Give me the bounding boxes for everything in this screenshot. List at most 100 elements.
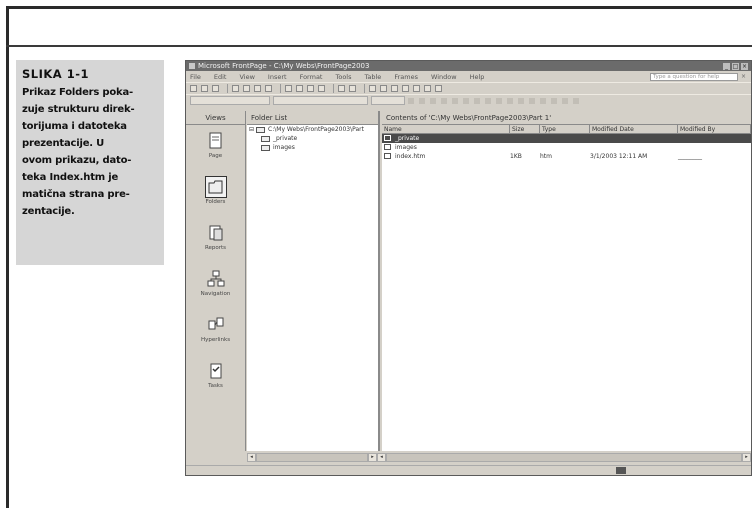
status-icon <box>616 467 626 474</box>
menu-file[interactable]: File <box>190 73 201 81</box>
print-icon[interactable] <box>243 85 250 92</box>
help-search-input[interactable]: Type a question for help <box>650 72 738 81</box>
scroll-left-icon[interactable]: ◂ <box>377 453 386 462</box>
menu-format[interactable]: Format <box>300 73 323 81</box>
new-page-icon[interactable] <box>190 85 197 92</box>
column-size[interactable]: Size <box>510 125 540 133</box>
file-row[interactable]: _private <box>382 134 751 143</box>
decrease-indent-icon[interactable] <box>529 97 535 104</box>
redo-icon[interactable] <box>349 85 356 92</box>
menu-tools[interactable]: Tools <box>335 73 351 81</box>
underline-icon[interactable] <box>430 97 436 104</box>
save-icon[interactable] <box>212 85 219 92</box>
view-tasks[interactable]: Tasks <box>186 361 245 401</box>
folder-icon <box>261 135 270 142</box>
navigation-view-icon <box>207 270 224 287</box>
folder-list-header: Folder List <box>247 111 378 125</box>
file-modified-date: 3/1/2003 12:11 AM <box>590 153 648 160</box>
contents-scroll-track[interactable] <box>386 453 742 462</box>
header-rule <box>6 45 752 47</box>
borders-icon[interactable] <box>551 97 557 104</box>
font-size-dropdown[interactable] <box>371 96 405 105</box>
style-dropdown[interactable] <box>190 96 270 105</box>
align-left-icon[interactable] <box>441 97 447 104</box>
column-modified-date[interactable]: Modified Date <box>590 125 678 133</box>
format-painter-icon[interactable] <box>318 85 325 92</box>
caption-title: SLIKA 1-1 <box>22 67 89 81</box>
minimize-button[interactable]: _ <box>723 62 730 70</box>
insert-table-icon[interactable] <box>369 85 376 92</box>
menu-help[interactable]: Help <box>470 73 485 81</box>
view-reports[interactable]: Reports <box>186 223 245 263</box>
folder-icon <box>256 126 266 133</box>
views-bar: Views Page Folders Reports Navigation Hy… <box>186 111 246 451</box>
view-hyperlinks[interactable]: Hyperlinks <box>186 315 245 355</box>
bold-icon[interactable] <box>408 97 414 104</box>
close-button[interactable]: × <box>741 62 748 70</box>
folders-view-icon <box>204 176 227 198</box>
reports-view-icon <box>209 225 222 241</box>
menu-table[interactable]: Table <box>365 73 382 81</box>
font-dropdown[interactable] <box>273 96 368 105</box>
column-headers: Name Size Type Modified Date Modified By <box>382 125 751 134</box>
tree-item[interactable]: _private <box>247 134 378 143</box>
file-row[interactable]: images <box>382 143 751 152</box>
align-center-icon[interactable] <box>452 97 458 104</box>
figure-caption: SLIKA 1-1 Prikaz Folders poka- zuje stru… <box>16 60 164 265</box>
bullets-icon[interactable] <box>518 97 524 104</box>
open-icon[interactable] <box>201 85 208 92</box>
numbering-icon[interactable] <box>507 97 513 104</box>
menu-window[interactable]: Window <box>431 73 457 81</box>
application-window: Microsoft FrontPage - C:\My Webs\FrontPa… <box>185 60 752 476</box>
scroll-left-icon[interactable]: ◂ <box>247 453 256 462</box>
font-color-icon[interactable] <box>573 97 579 104</box>
title-bar[interactable]: Microsoft FrontPage - C:\My Webs\FrontPa… <box>186 61 751 71</box>
view-folders[interactable]: Folders <box>186 176 245 217</box>
view-page[interactable]: Page <box>186 131 245 171</box>
cut-icon[interactable] <box>285 85 292 92</box>
close-help-icon[interactable]: × <box>741 73 747 80</box>
spelling-icon[interactable] <box>265 85 272 92</box>
menu-view[interactable]: View <box>239 73 254 81</box>
view-navigation[interactable]: Navigation <box>186 269 245 309</box>
paste-icon[interactable] <box>307 85 314 92</box>
file-modified-by: ________ <box>678 153 702 160</box>
highlight-icon[interactable] <box>562 97 568 104</box>
preview-icon[interactable] <box>254 85 261 92</box>
folder-scroll-track[interactable] <box>256 453 368 462</box>
increase-font-icon[interactable] <box>485 97 491 104</box>
file-row[interactable]: index.htm 1KB htm 3/1/2003 12:11 AM ____… <box>382 152 751 161</box>
insert-picture-icon[interactable] <box>391 85 398 92</box>
menu-edit[interactable]: Edit <box>214 73 227 81</box>
column-type[interactable]: Type <box>540 125 590 133</box>
refresh-icon[interactable] <box>413 85 420 92</box>
column-name[interactable]: Name <box>382 125 510 133</box>
scroll-right-icon[interactable]: ▸ <box>742 453 751 462</box>
collapse-icon[interactable]: ⊟ <box>249 125 254 134</box>
menu-frames[interactable]: Frames <box>394 73 418 81</box>
maximize-button[interactable]: □ <box>732 62 739 70</box>
view-label: Reports <box>204 245 227 251</box>
menu-insert[interactable]: Insert <box>268 73 287 81</box>
insert-layer-icon[interactable] <box>380 85 387 92</box>
tasks-view-icon <box>210 363 221 379</box>
align-right-icon[interactable] <box>463 97 469 104</box>
toolbar-separator <box>333 84 334 93</box>
hyperlink-icon[interactable] <box>402 85 409 92</box>
tree-item[interactable]: images <box>247 143 378 152</box>
increase-indent-icon[interactable] <box>540 97 546 104</box>
toolbar-separator <box>364 84 365 93</box>
undo-icon[interactable] <box>338 85 345 92</box>
publish-icon[interactable] <box>232 85 239 92</box>
show-all-icon[interactable] <box>424 85 431 92</box>
help-icon[interactable] <box>435 85 442 92</box>
views-header: Views <box>186 111 245 125</box>
scroll-right-icon[interactable]: ▸ <box>368 453 377 462</box>
italic-icon[interactable] <box>419 97 425 104</box>
column-modified-by[interactable]: Modified By <box>678 125 751 133</box>
copy-icon[interactable] <box>296 85 303 92</box>
tree-root[interactable]: ⊟ C:\My Webs\FrontPage2003\Part <box>247 125 378 134</box>
justify-icon[interactable] <box>474 97 480 104</box>
decrease-font-icon[interactable] <box>496 97 502 104</box>
tree-item-label: _private <box>273 135 298 142</box>
